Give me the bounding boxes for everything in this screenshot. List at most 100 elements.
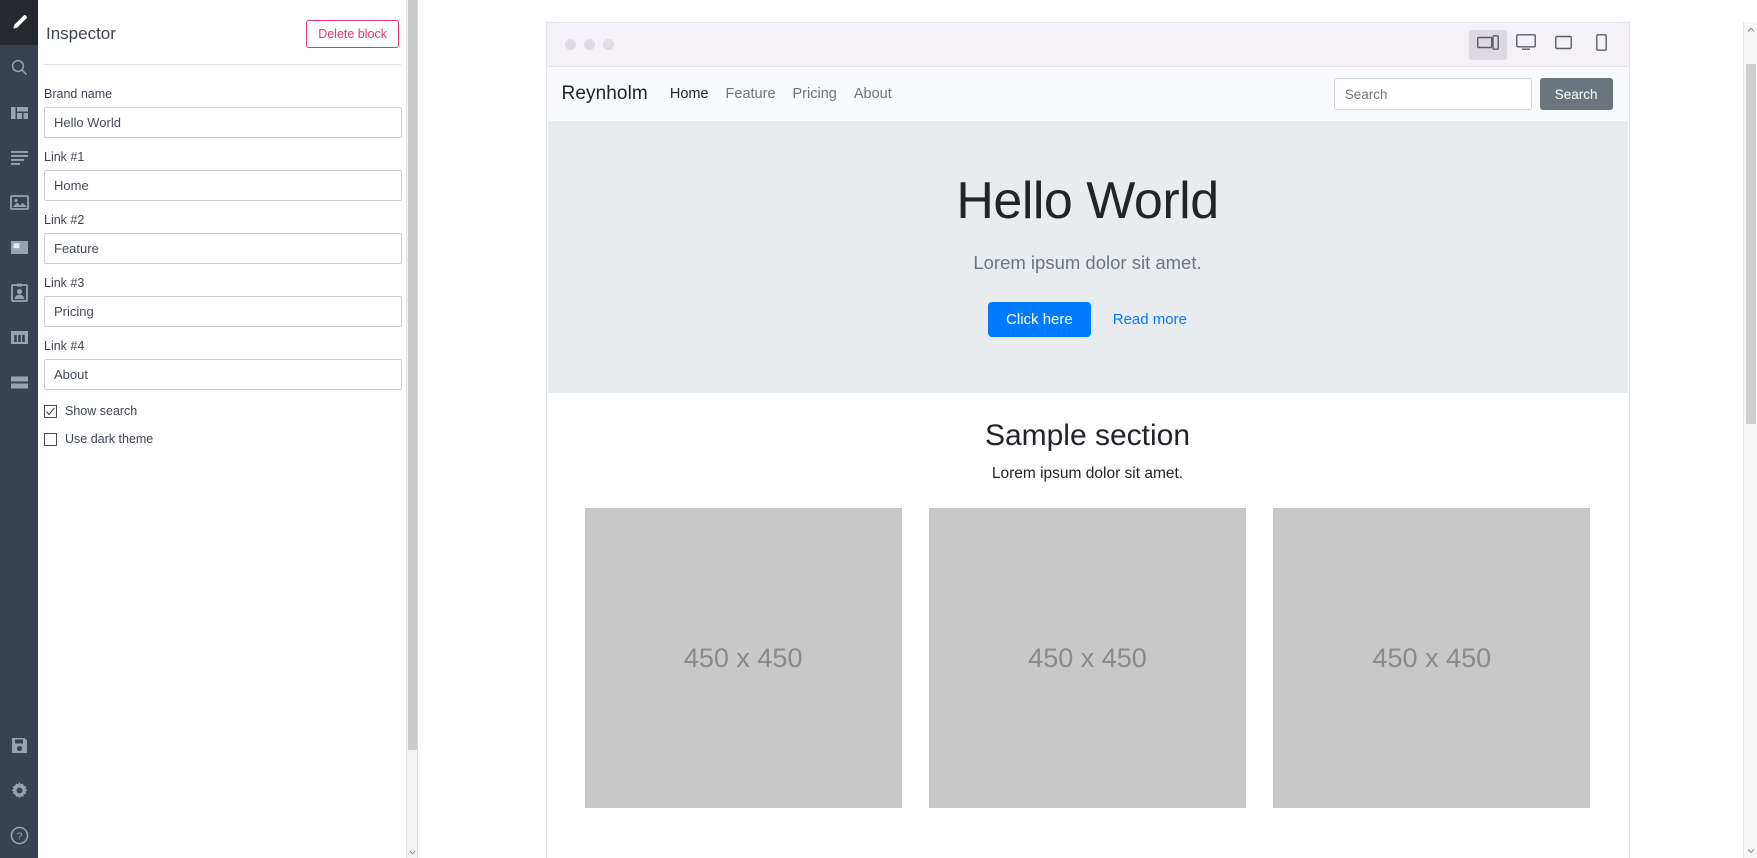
image-icon [9,194,29,211]
maximize-dot-icon[interactable] [602,39,614,50]
device-phone-button[interactable] [1583,30,1621,60]
sample-section: Sample section Lorem ipsum dolor sit ame… [547,393,1629,809]
field-label: Link #2 [44,213,85,227]
scroll-up-arrow-icon[interactable] [1744,22,1757,37]
placeholder-label: 450 x 450 [1028,642,1147,673]
checkbox-use-dark-theme[interactable]: Use dark theme [44,432,401,446]
browser-mockup: Reynholm Home Feature Pricing About Sear… [545,22,1630,858]
placeholder-card[interactable]: 450 x 450 [928,508,1247,809]
inspector-scrollbar-thumb[interactable] [408,0,417,750]
link-3-input[interactable] [44,296,402,327]
hero-subtitle: Lorem ipsum dolor sit amet. [973,252,1202,274]
columns-icon [10,329,29,346]
preview-stage: Reynholm Home Feature Pricing About Sear… [418,0,1757,858]
svg-text:?: ? [16,831,22,843]
link-2-input[interactable] [44,233,402,264]
brand-name-input[interactable] [44,107,402,138]
contact-card-icon [10,283,28,302]
close-dot-icon[interactable] [564,39,576,50]
search-icon [10,58,29,77]
sidebar-item-search-tool[interactable] [0,45,38,90]
hero-title: Hello World [956,172,1219,230]
hero-section: Hello World Lorem ipsum dolor sit amet. … [547,121,1628,394]
sidebar-item-save-tool[interactable] [0,723,38,768]
text-lines-icon [10,150,29,165]
hero-actions: Click here Read more [568,302,1608,338]
preview-scrollbar[interactable] [1743,22,1757,858]
checkbox-show-search[interactable]: Show search [44,404,401,418]
checkbox-checked-icon[interactable] [44,404,57,418]
sidebar-item-text-tool[interactable] [0,135,38,180]
scroll-down-arrow-icon[interactable] [1744,843,1757,858]
device-desktop-button[interactable] [1507,30,1545,60]
sidebar-item-settings-tool[interactable] [0,768,38,813]
placeholder-card[interactable]: 450 x 450 [584,508,902,809]
site-search-button[interactable]: Search [1539,78,1613,110]
inspector-form: Brand name Link #1 Link #2 Link #3 Link … [38,65,417,446]
checkbox-label: Show search [65,404,138,418]
hero-read-more-link[interactable]: Read more [1113,311,1187,328]
nav-link-about[interactable]: About [854,86,892,102]
nav-link-pricing[interactable]: Pricing [793,86,837,102]
delete-block-button[interactable]: Delete block [306,20,399,48]
minimize-dot-icon[interactable] [583,39,595,50]
sidebar-item-contact-tool[interactable] [0,270,38,315]
device-tablet-landscape-button[interactable] [1468,29,1507,60]
tablet-portrait-icon [1555,35,1572,55]
scroll-down-arrow-icon[interactable] [407,846,417,858]
device-toggle-group [1468,29,1621,60]
field-label: Link #1 [44,150,85,164]
nav-link-feature[interactable]: Feature [726,86,776,102]
site-search-input[interactable] [1333,78,1532,110]
field-link-3: Link #3 [44,276,402,327]
placeholder-label: 450 x 450 [683,642,803,673]
site-preview: Reynholm Home Feature Pricing About Sear… [546,67,1629,858]
nav-link-home[interactable]: Home [670,86,709,102]
hero-primary-button[interactable]: Click here [988,302,1091,338]
app-root: ? Inspector Delete block Brand name Link… [0,0,1757,858]
inspector-header: Inspector Delete block [38,0,417,52]
gear-icon [10,781,29,800]
navbar-search-group: Search [1333,78,1613,110]
browser-chrome [546,23,1629,67]
site-navbar: Reynholm Home Feature Pricing About Sear… [546,67,1629,121]
section-card-grid: 450 x 450 450 x 450 450 x 450 [569,508,1607,809]
pencil-icon [9,13,29,33]
save-icon [10,736,29,755]
sidebar-item-card-tool[interactable] [0,225,38,270]
card-icon [10,239,29,256]
phone-icon [1596,33,1607,56]
tablet-landscape-icon [1476,34,1499,55]
field-link-2: Link #2 [44,213,402,264]
field-link-1: Link #1 [44,150,402,201]
layout-blocks-icon [10,104,29,121]
site-nav-links: Home Feature Pricing About [670,86,892,102]
field-label: Link #3 [44,276,85,290]
section-title: Sample section [984,419,1191,453]
site-brand[interactable]: Reynholm [562,83,648,105]
field-label: Link #4 [44,339,85,353]
inspector-scrollbar[interactable] [406,0,417,858]
checkbox-unchecked-icon[interactable] [44,432,57,446]
desktop-icon [1515,34,1536,55]
field-link-4: Link #4 [44,339,402,390]
rows-icon [10,375,29,390]
link-4-input[interactable] [44,359,402,390]
sidebar-item-columns-tool[interactable] [0,315,38,360]
tool-rail: ? [0,0,38,858]
device-tablet-portrait-button[interactable] [1545,30,1583,60]
sidebar-item-image-tool[interactable] [0,180,38,225]
sidebar-item-edit-tool[interactable] [0,0,38,45]
placeholder-label: 450 x 450 [1372,642,1492,673]
checkbox-label: Use dark theme [65,432,154,446]
section-subtitle: Lorem ipsum dolor sit amet. [991,465,1184,483]
link-1-input[interactable] [44,170,402,201]
sidebar-item-rows-tool[interactable] [0,360,38,405]
field-brand-name: Brand name [44,87,402,138]
inspector-panel: Inspector Delete block Brand name Link #… [38,0,418,858]
sidebar-item-help-tool[interactable]: ? [0,813,38,858]
placeholder-card[interactable]: 450 x 450 [1273,508,1591,809]
sidebar-item-layout-tool[interactable] [0,90,38,135]
field-label: Brand name [44,87,113,101]
preview-scrollbar-thumb[interactable] [1746,64,1756,424]
